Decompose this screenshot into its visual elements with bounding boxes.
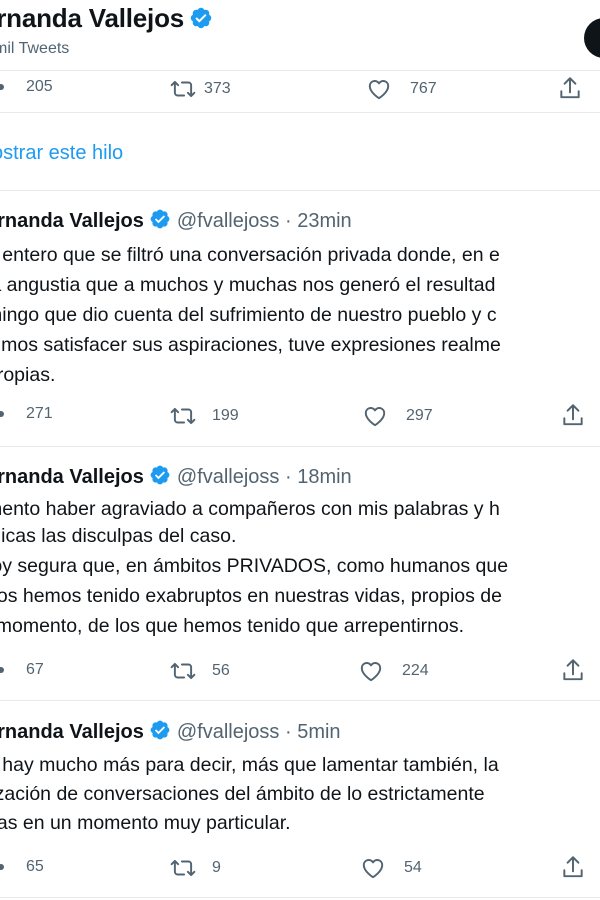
author-name[interactable]: ernanda Vallejos (0, 466, 144, 488)
tweet-text-line: e entero que se filtró una conversación … (0, 244, 500, 266)
share-button[interactable] (560, 854, 586, 880)
like-icon (358, 658, 384, 684)
like-button[interactable]: 224 (358, 658, 429, 684)
tweet-header: ernanda Vallejos @fvallejoss · 18min (0, 464, 352, 489)
author-handle[interactable]: @fvallejoss (177, 721, 280, 743)
verified-badge-icon (189, 6, 213, 30)
like-count: 767 (410, 80, 437, 97)
divider (0, 70, 600, 71)
verified-badge-icon (149, 464, 171, 486)
divider (0, 446, 600, 447)
tweet-text-line: das en un momento muy particular. (0, 812, 291, 834)
tweet-text-line: la angustia que a muchos y muchas nos ge… (0, 274, 496, 296)
tweet-time[interactable]: · 18min (285, 466, 352, 488)
retweet-count: 199 (212, 407, 239, 424)
like-count: 297 (406, 407, 433, 424)
verified-badge-icon (149, 208, 171, 230)
tweet-text-line: dos hemos tenido exabruptos en nuestras … (0, 585, 502, 607)
reply-icon (0, 411, 4, 417)
share-icon (560, 402, 586, 428)
like-icon (360, 855, 386, 881)
retweet-button[interactable]: 373 (170, 76, 231, 102)
reply-button[interactable]: 271 (0, 405, 53, 423)
reply-icon (0, 667, 4, 673)
reply-count: 271 (26, 405, 53, 422)
author-name[interactable]: ernanda Vallejos (0, 721, 144, 743)
tweet-time[interactable]: · 23min (285, 210, 352, 232)
share-icon (557, 75, 583, 101)
tweet-text-line: dimos satisfacer sus aspiraciones, tuve … (0, 334, 501, 356)
like-button[interactable]: 767 (366, 76, 437, 102)
retweet-icon (170, 403, 196, 429)
retweet-button[interactable]: 9 (170, 855, 221, 881)
reply-button[interactable]: 65 (0, 858, 44, 876)
verified-badge-icon (149, 719, 171, 741)
retweet-button[interactable]: 56 (170, 658, 230, 684)
share-button[interactable] (560, 402, 586, 428)
divider (0, 190, 600, 191)
retweet-count: 9 (212, 859, 221, 876)
share-button[interactable] (560, 657, 586, 683)
tweet-text-line: lización de conversaciones del ámbito de… (0, 783, 485, 805)
like-count: 54 (404, 859, 422, 876)
reply-count: 205 (26, 78, 53, 95)
retweet-icon (170, 855, 196, 881)
retweet-count: 373 (204, 80, 231, 97)
retweet-icon (170, 658, 196, 684)
tweet-text-line: mento haber agraviado a compañeros con m… (0, 498, 500, 520)
header-action-button[interactable] (584, 18, 600, 58)
share-button[interactable] (557, 75, 583, 101)
retweet-icon (170, 76, 196, 102)
tweet-header: ernanda Vallejos @fvallejoss · 5min (0, 719, 341, 744)
retweet-button[interactable]: 199 (170, 403, 239, 429)
author-handle[interactable]: @fvallejoss (177, 466, 280, 488)
reply-button[interactable]: 205 (0, 78, 53, 96)
divider (0, 700, 600, 701)
tweet-text-line: blicas las disculpas del caso. (0, 525, 237, 547)
reply-count: 65 (26, 858, 44, 875)
divider (0, 897, 600, 898)
tweet-count: mil Tweets (0, 40, 70, 57)
tweet-text-line: mingo que dio cuenta del sufrimiento de … (0, 304, 497, 326)
reply-count: 67 (26, 661, 44, 678)
like-count: 224 (402, 662, 429, 679)
profile-name-header: ernanda Vallejos (0, 3, 219, 34)
tweet-time[interactable]: · 5min (285, 721, 341, 743)
tweet-header: ernanda Vallejos @fvallejoss · 23min (0, 208, 352, 233)
like-icon (366, 76, 392, 102)
divider (0, 112, 600, 113)
retweet-count: 56 (212, 662, 230, 679)
like-icon (362, 403, 388, 429)
tweet-text-line: o hay mucho más para decir, más que lame… (0, 754, 499, 776)
author-handle[interactable]: @fvallejoss (177, 210, 280, 232)
show-thread-link[interactable]: ostrar este hilo (0, 142, 123, 165)
tweet-text-line: l momento, de los que hemos tenido que a… (0, 615, 465, 637)
author-name[interactable]: ernanda Vallejos (0, 210, 144, 232)
reply-icon (0, 84, 4, 90)
reply-icon (0, 864, 4, 870)
share-icon (560, 657, 586, 683)
share-icon (560, 854, 586, 880)
reply-button[interactable]: 67 (0, 661, 44, 679)
like-button[interactable]: 297 (362, 403, 433, 429)
like-button[interactable]: 54 (360, 855, 422, 881)
tweet-text-line: toy segura que, en ámbitos PRIVADOS, com… (0, 555, 509, 577)
tweet-text-line: propias. (0, 364, 56, 386)
